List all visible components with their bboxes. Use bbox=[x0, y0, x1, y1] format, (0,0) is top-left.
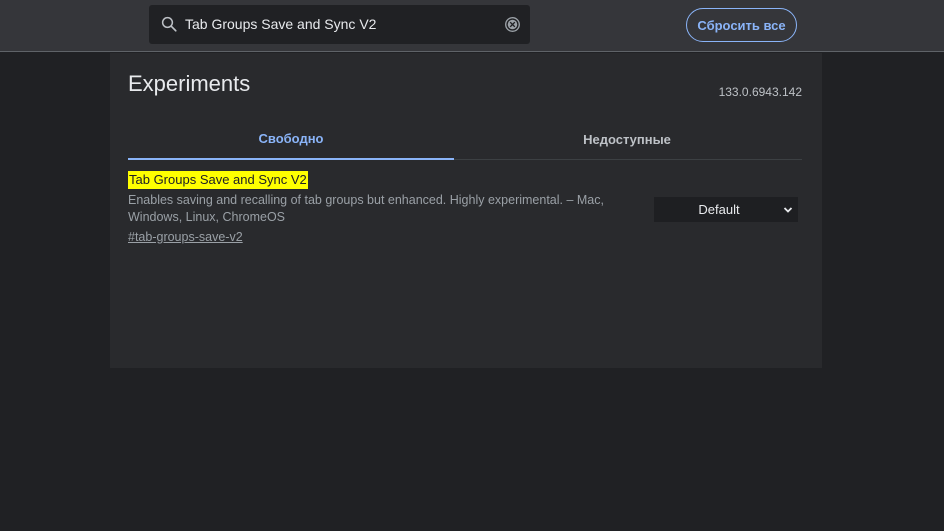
search-icon bbox=[161, 16, 177, 32]
page-title: Experiments bbox=[128, 71, 251, 96]
search-box[interactable] bbox=[149, 5, 530, 44]
experiment-title: Tab Groups Save and Sync V2 bbox=[128, 171, 308, 189]
tab-bar: Свободно Недоступные bbox=[128, 119, 802, 160]
experiment-permalink[interactable]: #tab-groups-save-v2 bbox=[128, 230, 243, 244]
clear-icon[interactable] bbox=[504, 16, 521, 33]
version-label: 133.0.6943.142 bbox=[718, 85, 802, 99]
tab-unavailable[interactable]: Недоступные bbox=[464, 119, 790, 160]
experiment-description: Enables saving and recalling of tab grou… bbox=[128, 193, 604, 224]
experiment-state-value: Default bbox=[698, 202, 740, 217]
experiment-state-select[interactable]: Default bbox=[654, 197, 798, 222]
header-bar: Сбросить все bbox=[0, 0, 944, 52]
tab-available[interactable]: Свободно bbox=[128, 119, 454, 160]
chevron-down-icon bbox=[783, 207, 793, 213]
reset-all-button[interactable]: Сбросить все bbox=[686, 8, 797, 42]
search-input[interactable] bbox=[185, 5, 495, 44]
